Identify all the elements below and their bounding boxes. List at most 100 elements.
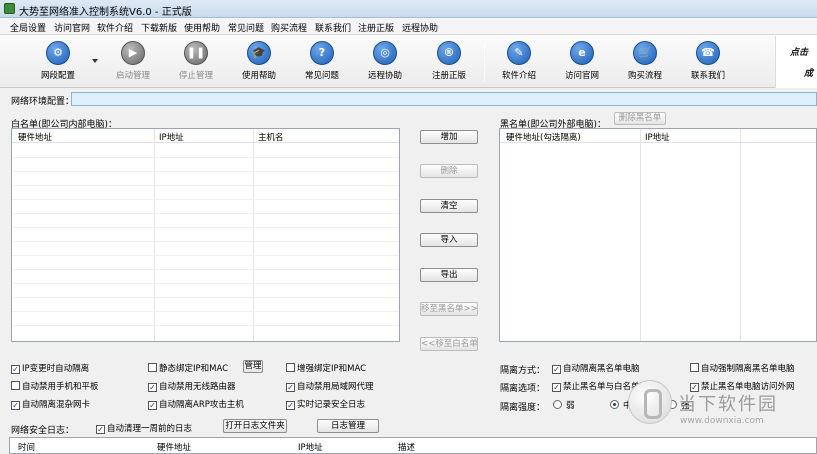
toolbar-label: 停止管理 (178, 71, 213, 81)
force-isolate-blacklist-checkbox[interactable]: 自动强制隔离黑名单电脑 (690, 362, 795, 374)
column-header[interactable]: 时间 (18, 441, 35, 453)
column-header[interactable]: IP地址 (298, 441, 323, 453)
row-line (12, 283, 399, 284)
delete-button[interactable]: 删除 (420, 164, 478, 178)
disable-mobile-checkbox[interactable]: 自动禁用手机和平板 (11, 380, 99, 392)
toolbar-separator (484, 43, 485, 81)
menu-register[interactable]: 注册正版 (358, 21, 394, 34)
toolbar-website-button[interactable]: e 访问官网 (552, 39, 612, 84)
isolate-promiscuous-nic-checkbox[interactable]: ✓ 自动隔离混杂网卡 (11, 398, 90, 410)
radio-circle (553, 400, 562, 409)
site-watermark: 当下软件园 www.downxia.com (628, 380, 817, 434)
column-header[interactable]: 硬件地址 (18, 131, 52, 143)
column-divider (740, 129, 741, 341)
calligraphy-bottom: 成 (804, 69, 814, 79)
row-line (12, 311, 399, 312)
toolbar-label: 访问官网 (564, 71, 599, 81)
menu-software-intro[interactable]: 软件介绍 (97, 21, 133, 34)
import-button[interactable]: 导入 (420, 233, 478, 247)
auto-isolate-blacklist-checkbox[interactable]: ✓ 自动隔离黑名单电脑 (552, 362, 640, 374)
row-line (12, 255, 399, 256)
column-header[interactable]: IP地址 (159, 131, 184, 143)
watermark-url: www.downxia.com (680, 416, 764, 426)
registered-icon: ® (437, 41, 461, 65)
open-log-folder-button[interactable]: 打开日志文件夹 (223, 419, 287, 433)
toolbar-label: 常见问题 (304, 71, 339, 81)
check-icon: ✓ (11, 401, 20, 410)
checkbox-box (286, 363, 295, 372)
check-icon: ✓ (552, 383, 561, 392)
row-line (12, 325, 399, 326)
disable-wireless-router-checkbox[interactable]: ✓ 自动禁用无线路由器 (148, 380, 236, 392)
graduation-cap-icon: 🎓 (247, 41, 271, 65)
column-header[interactable]: 主机名 (258, 131, 284, 143)
title-bar: 大势至网络准入控制系统V6.0 - 正式版 (0, 0, 817, 18)
calligraphy-top: 点击 (790, 48, 809, 58)
toolbar-label: 购买流程 (627, 71, 662, 81)
menu-contact[interactable]: 联系我们 (315, 21, 351, 34)
menu-download[interactable]: 下载新版 (141, 21, 177, 34)
export-button[interactable]: 导出 (420, 268, 478, 282)
ip-change-auto-isolate-checkbox[interactable]: ✓ IP变更时自动隔离 (11, 362, 89, 374)
column-divider (640, 129, 641, 341)
enhanced-bind-ip-mac-checkbox[interactable]: 增强绑定IP和MAC (286, 362, 366, 374)
disable-lan-proxy-checkbox[interactable]: ✓ 自动禁用局域网代理 (286, 380, 374, 392)
whitelist-table[interactable]: 硬件地址 IP地址 主机名 (11, 128, 400, 342)
row-line (12, 297, 399, 298)
column-divider (253, 129, 254, 341)
delete-blacklist-button[interactable]: 删除黑名单 (614, 112, 666, 125)
whitelist-header: 硬件地址 IP地址 主机名 (12, 129, 399, 143)
menu-global-settings[interactable]: 全局设置 (10, 21, 46, 34)
toolbar-start-button[interactable]: ▶ 启动管理 (103, 39, 163, 84)
menu-help[interactable]: 使用帮助 (184, 21, 220, 34)
window-title: 大势至网络准入控制系统V6.0 - 正式版 (19, 7, 192, 18)
menu-faq[interactable]: 常见问题 (228, 21, 264, 34)
menu-remote-assist[interactable]: 远程协助 (402, 21, 438, 34)
toolbar-help-button[interactable]: 🎓 使用帮助 (229, 39, 289, 84)
auto-clean-log-checkbox[interactable]: ✓ 自动清理一周前的日志 (96, 422, 192, 434)
menu-bar: 全局设置 访问官网 软件介绍 下载新版 使用帮助 常见问题 购买流程 联系我们 … (0, 18, 817, 35)
check-icon: ✓ (286, 401, 295, 410)
manage-button[interactable]: 管理 (243, 360, 263, 373)
check-icon: ✓ (148, 401, 157, 410)
toolbar-contact-button[interactable]: ☎ 联系我们 (678, 39, 738, 84)
row-line (12, 171, 399, 172)
move-to-whitelist-button[interactable]: <<移至白名单 (420, 337, 478, 351)
clear-button[interactable]: 清空 (420, 199, 478, 213)
checkbox-box (690, 363, 699, 372)
move-to-blacklist-button[interactable]: 移至黑名单>> (420, 302, 478, 316)
watermark-name: 当下软件园 (678, 394, 778, 415)
toolbar-label: 软件介绍 (501, 71, 536, 81)
chevron-down-icon[interactable] (92, 59, 98, 63)
toolbar-stop-button[interactable]: ❚❚ 停止管理 (166, 39, 226, 84)
column-divider (154, 129, 155, 341)
strength-weak-radio[interactable]: 弱 (553, 399, 575, 411)
network-config-input[interactable] (71, 92, 817, 106)
toolbar-purchase-button[interactable]: 🛒 购买流程 (615, 39, 675, 84)
row-line (12, 241, 399, 242)
toolbar-label: 注册正版 (431, 71, 466, 81)
column-header[interactable]: 硬件地址 (157, 441, 191, 453)
blacklist-header: 硬件地址(勾选隔离) IP地址 (500, 129, 816, 143)
globe-icon: ◎ (373, 41, 397, 65)
toolbar-label: 使用帮助 (241, 71, 276, 81)
toolbar-remote-assist-button[interactable]: ◎ 远程协助 (355, 39, 415, 84)
log-manage-button[interactable]: 日志管理 (317, 419, 379, 433)
toolbar-software-intro-button[interactable]: ✎ 软件介绍 (489, 39, 549, 84)
security-log-table[interactable]: 时间 硬件地址 IP地址 描述 (9, 437, 817, 454)
column-header[interactable]: 描述 (398, 441, 415, 453)
column-header[interactable]: IP地址 (645, 131, 670, 143)
static-bind-ip-mac-checkbox[interactable]: 静态绑定IP和MAC (148, 362, 228, 374)
menu-purchase[interactable]: 购买流程 (271, 21, 307, 34)
menu-visit-website[interactable]: 访问官网 (54, 21, 90, 34)
toolbar-network-config-button[interactable]: ⚙ 网段配置 (28, 39, 88, 84)
question-icon: ? (310, 41, 334, 65)
toolbar-faq-button[interactable]: ? 常见问题 (292, 39, 352, 84)
column-header[interactable]: 硬件地址(勾选隔离) (506, 131, 581, 143)
isolate-arp-attack-checkbox[interactable]: ✓ 自动隔离ARP攻击主机 (148, 398, 244, 410)
check-icon: ✓ (148, 383, 157, 392)
toolbar-register-button[interactable]: ® 注册正版 (419, 39, 479, 84)
realtime-security-log-checkbox[interactable]: ✓ 实时记录安全日志 (286, 398, 365, 410)
blacklist-table[interactable]: 硬件地址(勾选隔离) IP地址 (499, 128, 817, 342)
add-button[interactable]: 增加 (420, 130, 478, 144)
